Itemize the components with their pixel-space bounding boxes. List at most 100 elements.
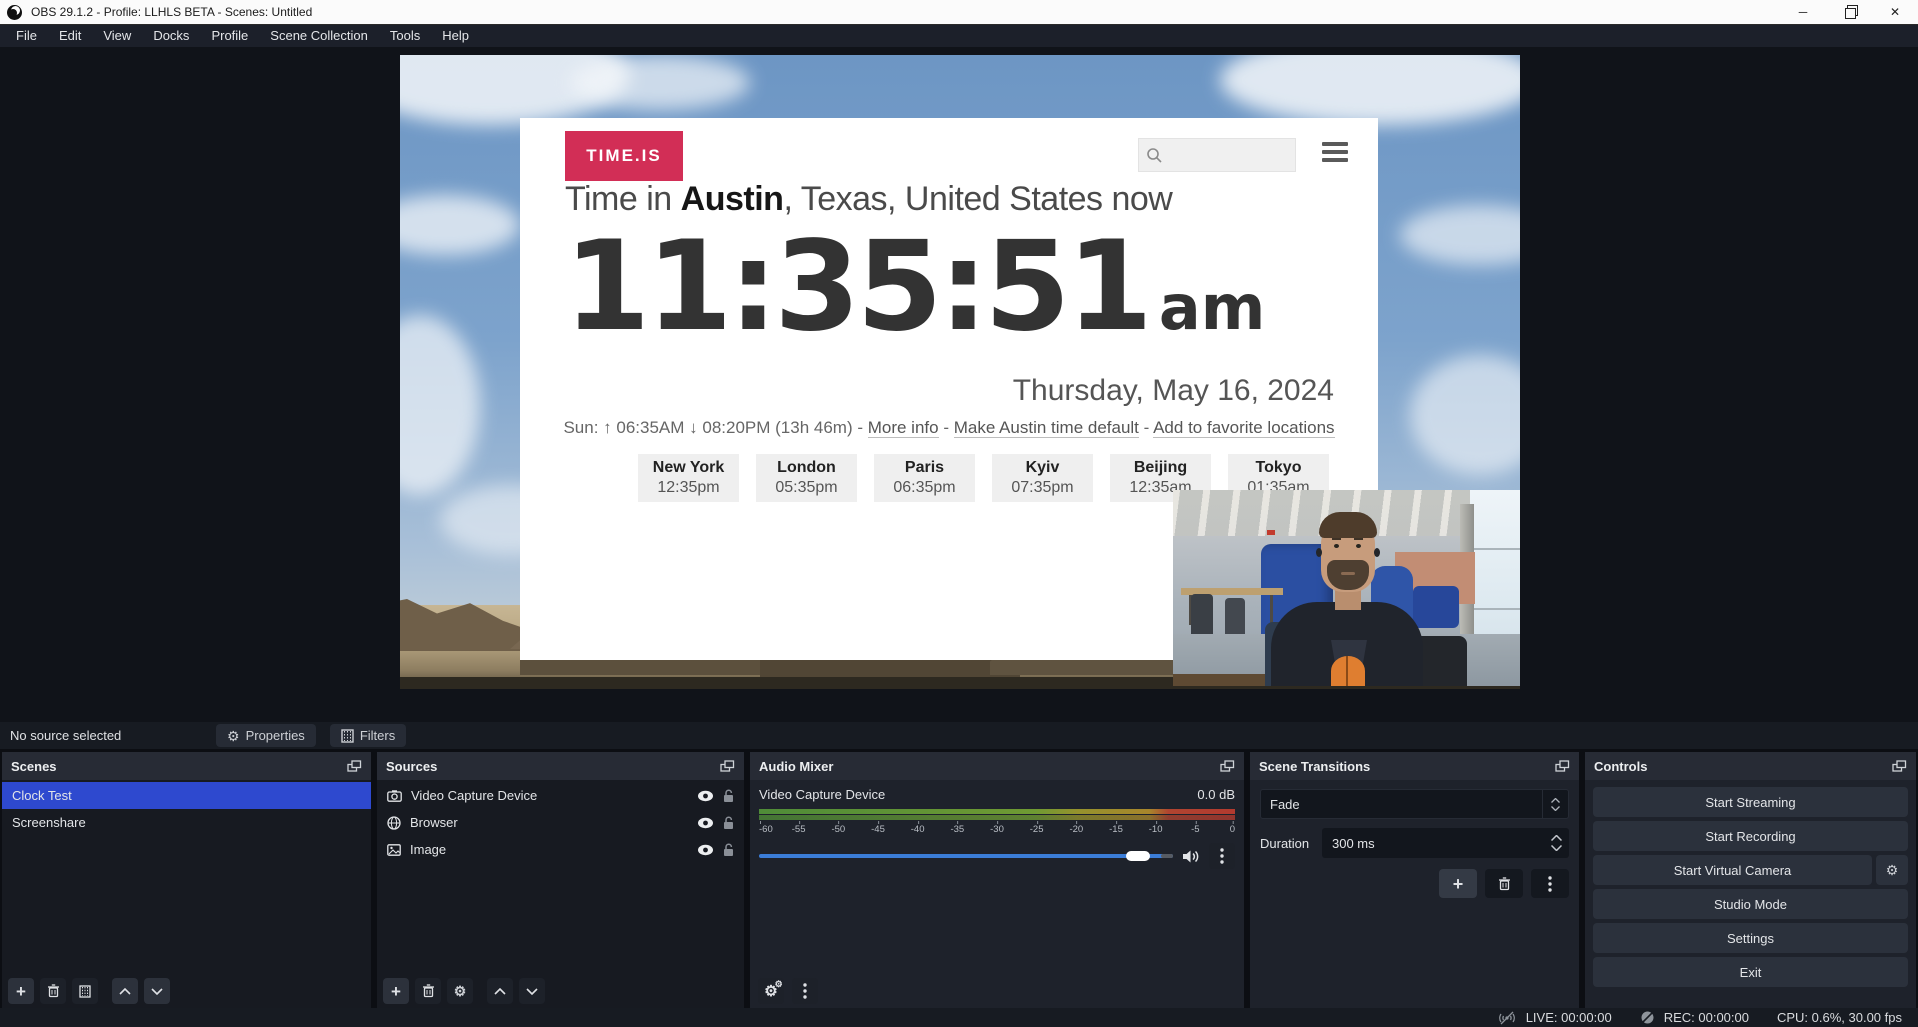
camera-icon xyxy=(387,790,402,802)
popout-icon[interactable] xyxy=(1555,760,1570,773)
gear-icon: ⚙ xyxy=(454,984,467,998)
search-box[interactable] xyxy=(1138,138,1296,172)
chevron-down-icon xyxy=(151,988,163,995)
spin-up-icon[interactable] xyxy=(1551,835,1562,841)
move-scene-up-button[interactable] xyxy=(112,978,138,1004)
lock-icon[interactable] xyxy=(723,843,734,857)
restore-button[interactable] xyxy=(1826,0,1872,24)
scene-item-clock-test[interactable]: Clock Test xyxy=(2,782,371,809)
make-default-link[interactable]: Make Austin time default xyxy=(954,418,1139,438)
status-bar: LIVE: 00:00:00 REC: 00:00:00 CPU: 0.6%, … xyxy=(0,1008,1918,1027)
chevron-down-icon xyxy=(1551,806,1560,811)
visibility-eye-icon[interactable] xyxy=(697,844,714,856)
cpu-fps-stats: CPU: 0.6%, 30.00 fps xyxy=(1777,1010,1902,1025)
timeis-logo[interactable]: TIME.IS xyxy=(565,131,683,181)
move-scene-down-button[interactable] xyxy=(144,978,170,1004)
add-scene-button[interactable]: + xyxy=(8,978,34,1004)
mixer-channel: Video Capture Device 0.0 dB -60 -55 -50 … xyxy=(750,780,1244,974)
menu-scene-collection[interactable]: Scene Collection xyxy=(259,25,379,47)
lock-icon[interactable] xyxy=(723,789,734,803)
audio-mixer-dock: Audio Mixer Video Capture Device 0.0 dB … xyxy=(750,752,1244,1008)
program-canvas[interactable]: TIME.IS Time in Austin, Texas, United St… xyxy=(400,55,1520,689)
hamburger-menu-icon[interactable] xyxy=(1322,142,1348,162)
popout-icon[interactable] xyxy=(720,760,735,773)
remove-transition-button[interactable] xyxy=(1485,869,1523,898)
virtual-camera-config-button[interactable]: ⚙ xyxy=(1876,855,1908,885)
menu-profile[interactable]: Profile xyxy=(200,25,259,47)
mixer-channel-menu-button[interactable] xyxy=(1209,843,1235,869)
menu-file[interactable]: File xyxy=(5,25,48,47)
city-newyork[interactable]: New York 12:35pm xyxy=(638,454,739,502)
mixer-menu-button[interactable] xyxy=(792,978,818,1004)
add-favorite-link[interactable]: Add to favorite locations xyxy=(1153,418,1334,438)
source-item-video-capture[interactable]: Video Capture Device xyxy=(377,782,744,809)
studio-mode-button[interactable]: Studio Mode xyxy=(1593,889,1908,919)
volume-slider[interactable] xyxy=(759,850,1173,862)
city-kyiv[interactable]: Kyiv 07:35pm xyxy=(992,454,1093,502)
start-virtual-camera-button[interactable]: Start Virtual Camera xyxy=(1593,855,1872,885)
spin-down-icon[interactable] xyxy=(1551,845,1562,851)
scene-filters-button[interactable] xyxy=(72,978,98,1004)
city-paris[interactable]: Paris 06:35pm xyxy=(874,454,975,502)
popout-icon[interactable] xyxy=(1220,760,1235,773)
chevron-up-icon xyxy=(119,988,131,995)
menu-docks[interactable]: Docks xyxy=(142,25,200,47)
gear-icon: ⚙ xyxy=(227,729,240,743)
scenes-list: Clock Test Screenshare xyxy=(2,780,371,974)
mixer-level-db: 0.0 dB xyxy=(1197,787,1235,802)
add-transition-button[interactable]: + xyxy=(1439,869,1477,898)
stream-inactive-icon xyxy=(1497,1011,1517,1025)
scene-item-screenshare[interactable]: Screenshare xyxy=(2,809,371,836)
sources-dock-header[interactable]: Sources xyxy=(377,752,744,780)
start-recording-button[interactable]: Start Recording xyxy=(1593,821,1908,851)
lock-icon[interactable] xyxy=(723,816,734,830)
transition-properties-button[interactable] xyxy=(1531,869,1569,898)
filters-icon xyxy=(79,985,91,998)
popout-icon[interactable] xyxy=(1892,760,1907,773)
scenes-dock-header[interactable]: Scenes xyxy=(2,752,371,780)
exit-button[interactable]: Exit xyxy=(1593,957,1908,987)
city-london[interactable]: London 05:35pm xyxy=(756,454,857,502)
visibility-eye-icon[interactable] xyxy=(697,790,714,802)
cloud-decoration xyxy=(400,315,480,495)
filters-button[interactable]: Filters xyxy=(330,724,406,747)
combo-arrows[interactable] xyxy=(1542,790,1568,818)
more-info-link[interactable]: More info xyxy=(868,418,939,438)
remove-scene-button[interactable] xyxy=(40,978,66,1004)
remove-source-button[interactable] xyxy=(415,978,441,1004)
minimize-button[interactable]: ─ xyxy=(1780,0,1826,24)
chevron-down-icon xyxy=(526,988,538,995)
current-date: Thursday, May 16, 2024 xyxy=(1013,374,1334,408)
source-item-browser[interactable]: Browser xyxy=(377,809,744,836)
add-source-button[interactable]: + xyxy=(383,978,409,1004)
source-item-image[interactable]: Image xyxy=(377,836,744,863)
menu-help[interactable]: Help xyxy=(431,25,480,47)
transition-select[interactable]: Fade xyxy=(1260,789,1569,819)
live-time: LIVE: 00:00:00 xyxy=(1526,1010,1612,1025)
duration-spinbox[interactable]: 300 ms xyxy=(1322,828,1569,858)
image-icon xyxy=(387,844,401,856)
preview-area[interactable]: TIME.IS Time in Austin, Texas, United St… xyxy=(0,47,1918,722)
volume-slider-handle[interactable] xyxy=(1126,851,1150,861)
duration-label: Duration xyxy=(1260,836,1322,851)
controls-dock-header[interactable]: Controls xyxy=(1585,752,1916,780)
cloud-decoration xyxy=(1400,205,1520,265)
move-source-up-button[interactable] xyxy=(487,978,513,1004)
menu-view[interactable]: View xyxy=(92,25,142,47)
source-properties-button[interactable]: ⚙ xyxy=(447,978,473,1004)
menu-tools[interactable]: Tools xyxy=(379,25,431,47)
visibility-eye-icon[interactable] xyxy=(697,817,714,829)
advanced-audio-button[interactable]: ⚙⚙ xyxy=(758,978,784,1004)
search-input[interactable] xyxy=(1163,139,1295,171)
audio-mixer-dock-header[interactable]: Audio Mixer xyxy=(750,752,1244,780)
move-source-down-button[interactable] xyxy=(519,978,545,1004)
start-streaming-button[interactable]: Start Streaming xyxy=(1593,787,1908,817)
menu-edit[interactable]: Edit xyxy=(48,25,92,47)
scene-transitions-dock-header[interactable]: Scene Transitions xyxy=(1250,752,1579,780)
settings-button[interactable]: Settings xyxy=(1593,923,1908,953)
popout-icon[interactable] xyxy=(347,760,362,773)
close-button[interactable]: ✕ xyxy=(1872,0,1918,24)
speaker-icon[interactable] xyxy=(1182,849,1200,864)
properties-button[interactable]: ⚙ Properties xyxy=(216,724,316,747)
sources-list: Video Capture Device Browser xyxy=(377,780,744,974)
